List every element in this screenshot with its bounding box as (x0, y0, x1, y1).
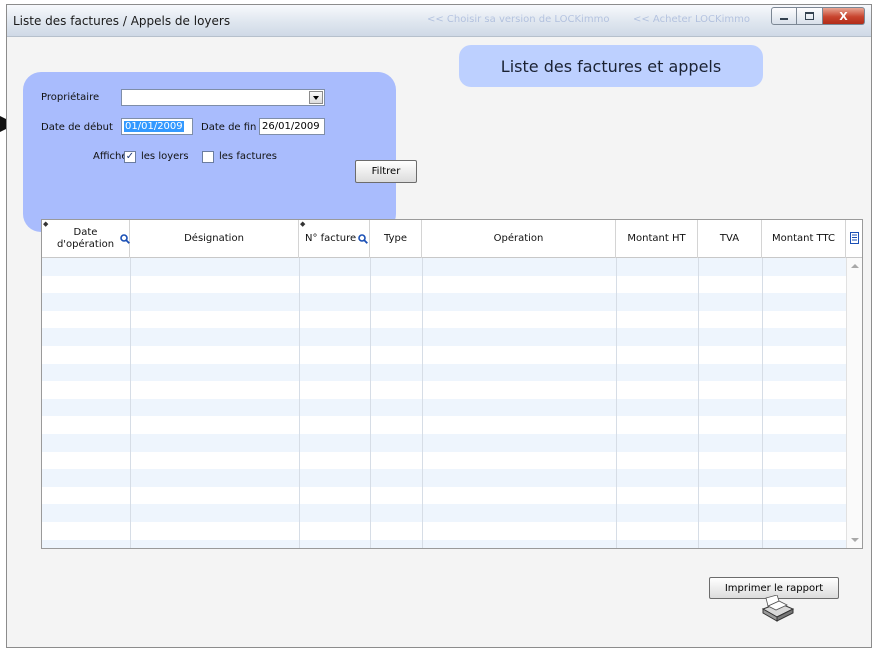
col-type[interactable]: Type (370, 220, 422, 258)
results-table: ◆ Date d'opération Désignation ◆ N° fact… (41, 219, 863, 549)
column-divider (698, 258, 699, 548)
table-row[interactable] (42, 416, 846, 434)
loyers-label: les loyers (141, 151, 189, 162)
date-debut-field[interactable]: 01/01/2009 (121, 118, 193, 135)
col-montant-ttc-label: Montant TTC (771, 233, 835, 244)
title-bar[interactable]: Liste des factures / Appels de loyers <<… (7, 5, 871, 37)
col-type-label: Type (384, 233, 407, 244)
col-designation[interactable]: Désignation (130, 220, 299, 258)
column-divider (762, 258, 763, 548)
window-title: Liste des factures / Appels de loyers (13, 14, 231, 28)
col-numero-facture[interactable]: ◆ N° facture (299, 220, 370, 258)
sort-indicator-icon: ◆ (300, 220, 306, 228)
scroll-down-icon[interactable] (851, 538, 859, 542)
scroll-up-icon[interactable] (851, 264, 859, 268)
close-icon: X (839, 9, 848, 23)
printer-icon[interactable] (759, 595, 795, 623)
column-divider (616, 258, 617, 548)
table-row[interactable] (42, 328, 846, 346)
close-button[interactable]: X (823, 7, 865, 25)
proprietaire-label: Propriétaire (41, 92, 100, 103)
page-title: Liste des factures et appels (459, 45, 763, 87)
table-row[interactable] (42, 363, 846, 382)
table-body[interactable] (42, 258, 846, 548)
date-debut-value: 01/01/2009 (124, 121, 184, 132)
factures-checkbox[interactable] (202, 151, 214, 163)
column-divider (299, 258, 300, 548)
col-tva[interactable]: TVA (698, 220, 762, 258)
filter-panel: Propriétaire Date de début 01/01/2009 Da… (23, 72, 417, 232)
table-header: ◆ Date d'opération Désignation ◆ N° fact… (42, 220, 862, 258)
main-window: Liste des factures / Appels de loyers <<… (6, 4, 872, 648)
search-icon[interactable] (358, 234, 368, 244)
table-row[interactable] (42, 310, 846, 329)
table-row[interactable] (42, 469, 846, 487)
search-icon[interactable] (120, 234, 130, 244)
col-montant-ht[interactable]: Montant HT (616, 220, 698, 258)
factures-label: les factures (219, 151, 277, 162)
col-numero-facture-label: N° facture (305, 233, 357, 244)
table-row[interactable] (42, 521, 846, 540)
window-controls: X (771, 7, 865, 25)
table-row[interactable] (42, 293, 846, 311)
table-row[interactable] (42, 398, 846, 417)
chevron-down-icon[interactable] (309, 91, 323, 104)
filtrer-button[interactable]: Filtrer (355, 160, 417, 183)
table-row[interactable] (42, 433, 846, 452)
table-row[interactable] (42, 275, 846, 294)
column-divider (422, 258, 423, 548)
vertical-scrollbar[interactable] (846, 258, 862, 548)
date-debut-label: Date de début (41, 122, 113, 133)
date-fin-field[interactable]: 26/01/2009 (259, 118, 325, 135)
table-row[interactable] (42, 539, 846, 548)
maximize-icon (805, 12, 814, 20)
maximize-button[interactable] (797, 7, 823, 25)
table-row[interactable] (42, 451, 846, 470)
loyers-checkbox[interactable]: ✓ (124, 151, 136, 163)
choose-version-link[interactable]: << Choisir sa version de LOCKimmo (427, 14, 609, 25)
column-divider (370, 258, 371, 548)
table-row[interactable] (42, 486, 846, 505)
minimize-icon (780, 18, 788, 20)
col-operation-label: Opération (493, 233, 544, 244)
sort-indicator-icon: ◆ (43, 220, 49, 228)
column-divider (130, 258, 131, 548)
date-fin-label: Date de fin (201, 122, 257, 133)
table-row[interactable] (42, 258, 846, 276)
proprietaire-select[interactable] (121, 89, 325, 106)
date-fin-value: 26/01/2009 (262, 121, 320, 132)
table-row[interactable] (42, 381, 846, 399)
table-row[interactable] (42, 345, 846, 364)
buy-link[interactable]: << Acheter LOCKimmo (633, 14, 750, 25)
col-tva-label: TVA (719, 233, 740, 244)
col-date-operation[interactable]: ◆ Date d'opération (42, 220, 130, 258)
col-operation[interactable]: Opération (422, 220, 616, 258)
col-date-operation-label: Date d'opération (56, 227, 115, 250)
col-montant-ttc[interactable]: Montant TTC (762, 220, 846, 258)
col-designation-label: Désignation (184, 233, 244, 244)
col-montant-ht-label: Montant HT (627, 233, 686, 244)
table-row[interactable] (42, 504, 846, 522)
minimize-button[interactable] (771, 7, 797, 25)
column-chooser-icon[interactable] (850, 232, 859, 244)
